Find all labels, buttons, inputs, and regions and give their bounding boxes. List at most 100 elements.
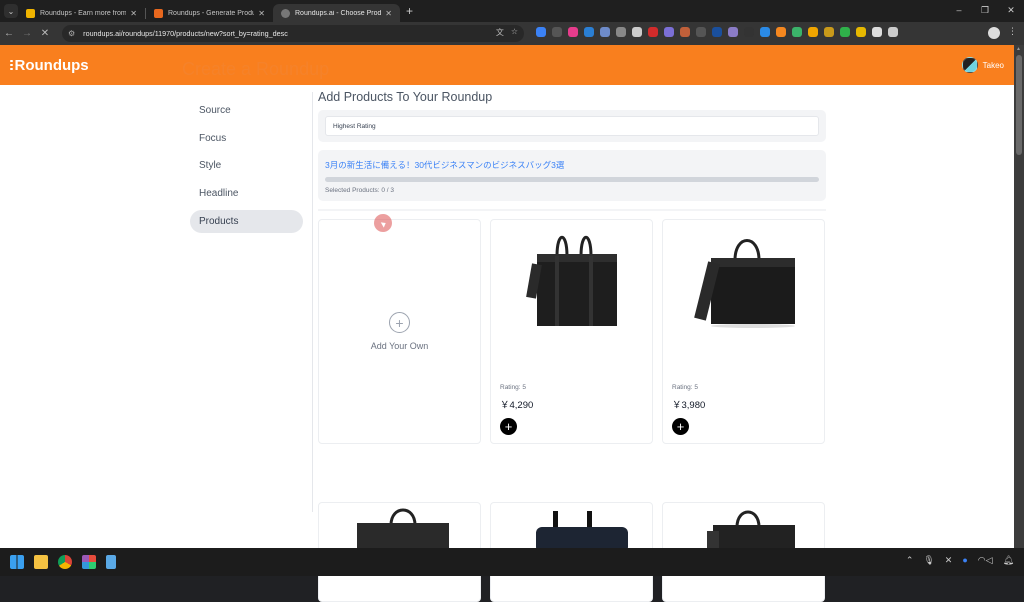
browser-tab-strip: ⌄ Roundups - Earn more from yo ✕ Roundup… (0, 0, 1024, 22)
plus-circle-icon: + (389, 312, 410, 333)
browser-extension-icon[interactable] (680, 27, 690, 37)
roundups-logo[interactable]: Roundups (10, 57, 89, 74)
page-scrollbar[interactable]: ▲ (1014, 45, 1024, 548)
address-bar[interactable]: ⚙ roundups.ai/roundups/11970/products/ne… (62, 25, 524, 42)
tab-title: Roundups - Generate Product B (168, 9, 255, 17)
browser-extension-icon[interactable] (632, 27, 642, 37)
product-rating: Rating: 5 (500, 384, 527, 391)
tab-title: Roundups.ai - Choose Products (295, 9, 382, 17)
browser-extension-icon[interactable] (664, 27, 674, 37)
tab-search-button[interactable]: ⌄ (4, 4, 18, 18)
bookmark-star-icon[interactable]: ☆ (511, 27, 518, 38)
close-tab-icon[interactable]: ✕ (130, 9, 137, 18)
stop-loading-icon[interactable]: ✕ (36, 28, 54, 39)
browser-extension-icon[interactable] (872, 27, 882, 37)
file-explorer-icon[interactable] (34, 555, 48, 569)
browser-extension-icon[interactable] (744, 27, 754, 37)
browser-extension-icon[interactable] (840, 27, 850, 37)
browser-extension-icon[interactable] (728, 27, 738, 37)
browser-extension-icon[interactable] (856, 27, 866, 37)
notification-bell-icon[interactable]: 🔔︎ (1003, 555, 1014, 566)
chrome-icon[interactable] (58, 555, 72, 569)
sidebar-item-products[interactable]: Products (190, 209, 303, 233)
sidebar-item-focus[interactable]: Focus (190, 127, 303, 150)
close-tab-icon[interactable]: ✕ (258, 9, 265, 18)
sidebar-item-headline[interactable]: Headline (190, 182, 303, 205)
browser-extension-icon[interactable] (648, 27, 658, 37)
browser-extension-icon[interactable] (552, 27, 562, 37)
microphone-icon[interactable]: 🎙︎ (923, 555, 934, 566)
back-icon[interactable]: ← (0, 28, 18, 39)
app-tray-icon[interactable]: ● (962, 555, 967, 566)
add-product-button[interactable]: + (500, 418, 517, 435)
app-header: Roundups Takeo (0, 45, 1014, 85)
app-grid-icon[interactable] (82, 555, 96, 569)
browser-extension-icon[interactable] (568, 27, 578, 37)
notepad-icon[interactable] (106, 555, 116, 569)
site-info-icon[interactable]: ⚙ (68, 29, 75, 38)
roundup-summary-panel: 3月の新生活に備える！30代ビジネスマンのビジネスバッグ3選 Selected … (318, 150, 826, 201)
window-controls: – ❐ ✕ (946, 0, 1024, 20)
windows-start-icon[interactable] (10, 555, 24, 569)
tab-favicon (281, 8, 290, 18)
browser-tab-3-active[interactable]: Roundups.ai - Choose Products ✕ (273, 4, 400, 22)
product-card[interactable]: Rating: 5 ￥3,980 + (662, 219, 825, 444)
new-tab-button[interactable]: + (406, 4, 413, 18)
product-image-briefcase (707, 510, 795, 553)
product-image-bag (536, 511, 628, 553)
roundup-headline[interactable]: 3月の新生活に備える！30代ビジネスマンのビジネスバッグ3選 (325, 159, 819, 171)
product-image-briefcase (357, 508, 449, 553)
sidebar-item-source[interactable]: Source (190, 99, 303, 122)
tab-favicon (154, 8, 163, 18)
browser-extension-icon[interactable] (776, 27, 786, 37)
browser-extension-icon[interactable] (616, 27, 626, 37)
add-product-button[interactable]: + (672, 418, 689, 435)
plus-icon: + (676, 419, 685, 434)
tab-favicon (26, 8, 35, 18)
restore-icon[interactable]: ❐ (972, 5, 998, 16)
url-text: roundups.ai/roundups/11970/products/new?… (83, 29, 288, 38)
browser-extension-icon[interactable] (712, 27, 722, 37)
browser-toolbar: ← → ✕ ⚙ roundups.ai/roundups/11970/produ… (0, 22, 1024, 45)
close-window-icon[interactable]: ✕ (998, 5, 1024, 16)
scrollbar-thumb[interactable] (1016, 55, 1022, 155)
browser-menu-icon[interactable]: ⋮ (1008, 26, 1017, 37)
product-grid: + Add Your Own Rating: 5 ￥4,290 + Rating… (318, 219, 826, 444)
browser-extension-icon[interactable] (760, 27, 770, 37)
browser-extension-icon[interactable] (824, 27, 834, 37)
add-your-own-label: Add Your Own (370, 341, 429, 351)
browser-tab-1[interactable]: Roundups - Earn more from yo ✕ (18, 4, 145, 22)
wifi-volume-icon[interactable]: ◠◁ (978, 555, 993, 566)
steps-sidebar: Source Focus Style Headline Products (190, 99, 303, 237)
product-card[interactable]: Rating: 5 ￥4,290 + (490, 219, 653, 444)
scroll-up-arrow-icon[interactable]: ▲ (1016, 46, 1021, 52)
browser-extension-icon[interactable] (696, 27, 706, 37)
browser-extension-icon[interactable] (600, 27, 610, 37)
forward-icon[interactable]: → (18, 28, 36, 39)
sidebar-divider (312, 92, 313, 512)
browser-extension-icon[interactable] (792, 27, 802, 37)
browser-extension-icon[interactable] (536, 27, 546, 37)
selection-progress-bar (325, 177, 819, 182)
browser-extension-icon[interactable] (888, 27, 898, 37)
selected-products-count: Selected Products: 0 / 3 (325, 187, 395, 194)
browser-extension-icon[interactable] (808, 27, 818, 37)
add-your-own-card[interactable]: + Add Your Own (318, 219, 481, 444)
browser-extension-icon[interactable] (584, 27, 594, 37)
browser-tab-2[interactable]: Roundups - Generate Product B ✕ (146, 4, 273, 22)
sort-select[interactable]: Highest Rating (325, 116, 819, 136)
translate-icon[interactable]: 文 (496, 27, 504, 38)
profile-avatar[interactable] (988, 27, 1000, 39)
close-tab-icon[interactable]: ✕ (385, 9, 392, 18)
show-hidden-icons-chevron-icon[interactable]: ⌃ (906, 555, 914, 566)
sidebar-item-style[interactable]: Style (190, 154, 303, 177)
section-title: Add Products To Your Roundup (318, 90, 493, 104)
panel-divider (318, 209, 826, 211)
minimize-icon[interactable]: – (946, 5, 972, 15)
logo-text: Roundups (14, 56, 89, 74)
mouse-cursor (374, 214, 392, 232)
user-menu[interactable]: Takeo (961, 57, 1004, 73)
main-content: Add Products To Your Roundup Highest Rat… (318, 90, 826, 444)
product-price: ￥4,290 (500, 400, 534, 411)
x-icon[interactable]: ✕ (945, 555, 953, 566)
